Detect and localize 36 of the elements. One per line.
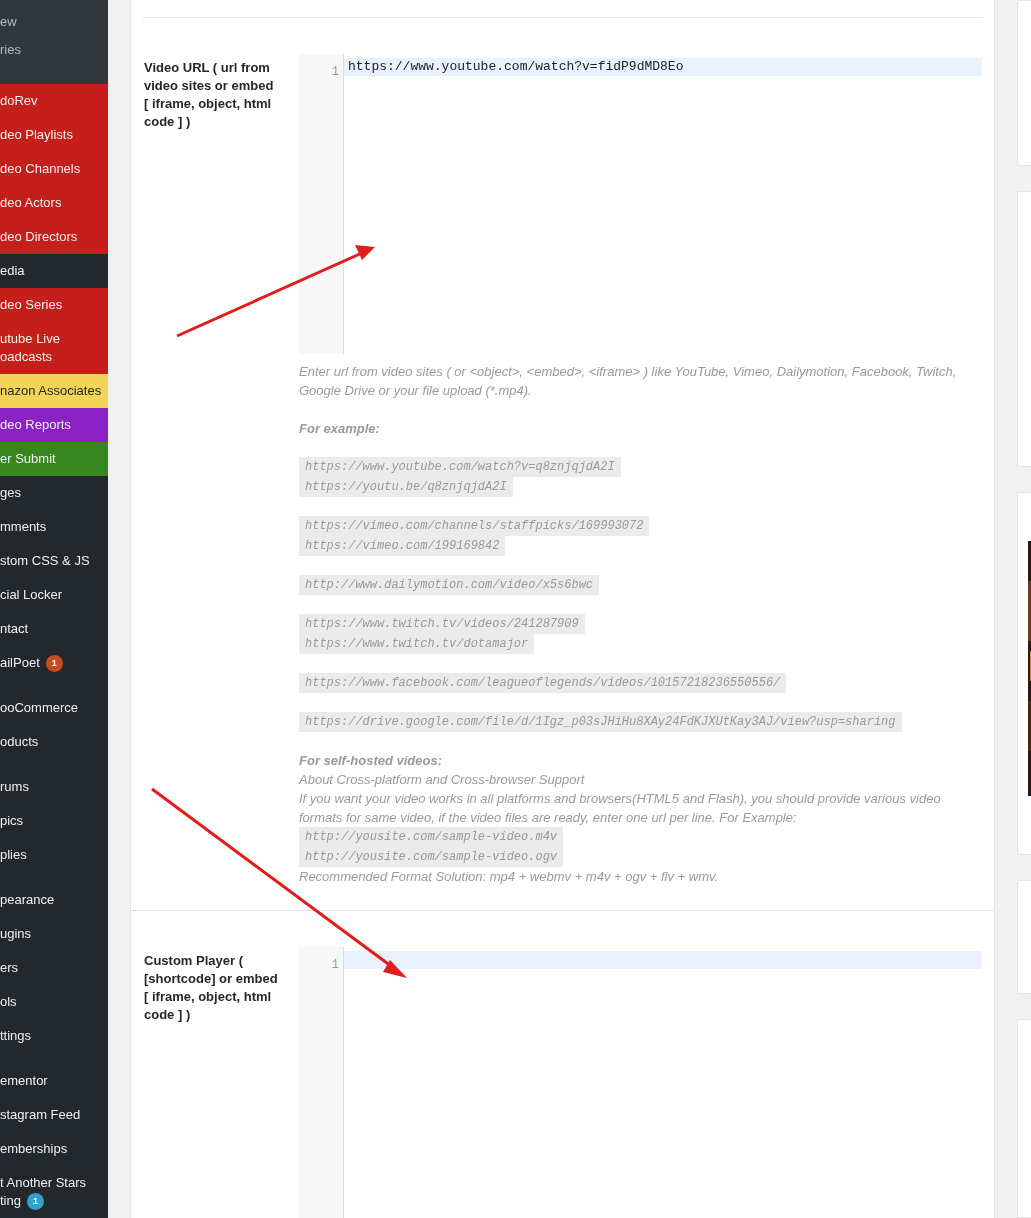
menu-item[interactable]: deo Directors [0, 220, 108, 254]
line-number: 1 [331, 958, 339, 972]
help-heading: For example: [299, 420, 380, 438]
code-editor[interactable]: 1 https://www.youtube.com/watch?v=fidP9dMD8Eo [299, 54, 982, 354]
help-heading: For self-hosted videos: [299, 752, 443, 770]
field-label: Video URL ( url from video sites or embed [ iframe, object, html code ] ) [144, 59, 275, 131]
help-text: Enter url from video sites ( or <object>, <embed>, <iframe> ) like YouTube, Vimeo, Dailymotion, Facebook, Twitch, Google Drive or your file upload (*.mp4). [299, 363, 958, 400]
help-text: About Cross-platform and Cross-browser Support [299, 771, 585, 789]
menu-item[interactable]: deo Channels [0, 152, 108, 186]
example-url: http://www.dailymotion.com/video/x5s6bwc [299, 575, 600, 595]
submenu-item[interactable]: ries [0, 41, 108, 59]
menu-item[interactable]: deo Series [0, 288, 108, 322]
line-number: 1 [331, 65, 339, 79]
example-url: https://www.twitch.tv/dotamajor [299, 634, 535, 654]
menu-item[interactable]: nazon Associates [0, 374, 108, 408]
example-url: https://www.youtube.com/watch?v=q8znjqjdA2I [299, 457, 621, 477]
example-url: https://www.facebook.com/leagueoflegends/videos/10157218236550556/ [299, 673, 787, 693]
menu-item[interactable]: utube Live oadcasts [0, 322, 108, 374]
example-url: https://vimeo.com/199169842 [299, 536, 506, 556]
menu-item[interactable]: er Submit [0, 442, 108, 476]
help-text: Recommended Format Solution: mp4 + webmv + m4v + ogv + flv + wmv. [299, 868, 719, 886]
count-badge: 1 [45, 654, 63, 672]
menu-item[interactable]: deo Actors [0, 186, 108, 220]
help-text: If you want your video works in all platforms and browsers(HTML5 and Flash), you should provide various video formats for same video, if the video files are ready, enter one url per line. For Example: [299, 790, 942, 827]
menu-item[interactable]: doRev [0, 84, 108, 118]
example-url: https://www.twitch.tv/videos/241287909 [299, 614, 585, 634]
example-url: http://yousite.com/sample-video.ogv [299, 847, 564, 867]
submenu-item[interactable]: ew [0, 13, 108, 31]
example-url: https://drive.google.com/file/d/1Igz_p03sJHiHu8XAy24FdKJXUtKay3AJ/view?usp=sharing [299, 712, 902, 732]
field-label: Custom Player ( [shortcode] or embed [ iframe, object, html code ] ) [144, 952, 279, 1024]
menu-item[interactable]: deo Playlists [0, 118, 108, 152]
example-url: https://vimeo.com/channels/staffpicks/169993072 [299, 516, 650, 536]
count-badge: 1 [26, 1192, 44, 1210]
example-url: http://yousite.com/sample-video.m4v [299, 827, 564, 847]
menu-item[interactable]: deo Reports [0, 408, 108, 442]
example-url: https://youtu.be/q8znjqjdA2I [299, 477, 513, 497]
